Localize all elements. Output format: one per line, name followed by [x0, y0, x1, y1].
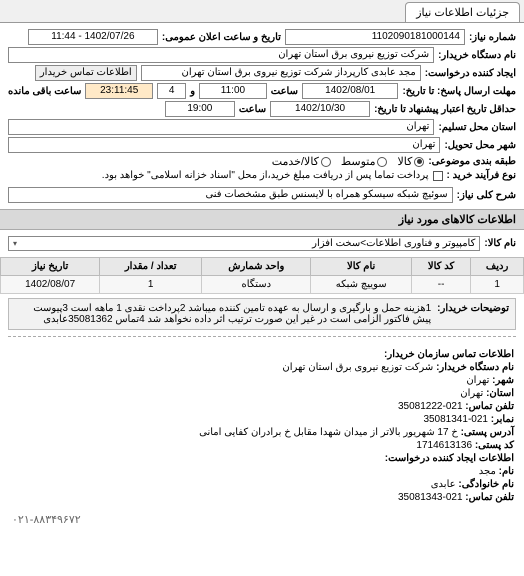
cell-qty: 1 — [100, 276, 202, 294]
th-name: نام کالا — [311, 258, 412, 276]
c-addr-label: آدرس پستی: — [461, 427, 514, 438]
radio-service-label: کالا/خدمت — [272, 155, 319, 168]
label-creator: ایجاد کننده درخواست: — [425, 68, 516, 79]
goods-table: ردیف کد کالا نام کالا واحد شمارش تعداد /… — [0, 257, 524, 294]
c-cphone-label: تلفن تماس: — [465, 492, 514, 503]
label-deadline: مهلت ارسال پاسخ: تا تاریخ: — [402, 86, 516, 97]
field-validity-date: 1402/10/30 — [270, 101, 370, 117]
th-code: کد کالا — [411, 258, 470, 276]
label-announce: تاریخ و ساعت اعلان عمومی: — [162, 32, 281, 43]
field-deadline-time: 11:00 — [199, 83, 267, 99]
label-remaining: ساعت باقی مانده — [8, 86, 81, 97]
c-name: مجد — [479, 466, 496, 477]
label-number: شماره نیاز: — [469, 32, 516, 43]
field-province: تهران — [8, 119, 434, 135]
category-value: کامپیوتر و فناوری اطلاعات>سخت افزار — [312, 238, 475, 249]
c-phone-label: تلفن تماس: — [465, 401, 514, 412]
field-validity-time: 19:00 — [165, 101, 235, 117]
label-and: و — [190, 86, 195, 97]
label-city: شهر محل تحویل: — [444, 140, 516, 151]
field-announce: 1402/07/26 - 11:44 — [28, 29, 158, 45]
checkbox-process[interactable] — [433, 171, 443, 181]
field-remaining-time: 23:11:45 — [85, 83, 153, 99]
th-index: ردیف — [471, 258, 524, 276]
buyer-note-text: 1هزینه حمل و بارگیری و ارسال به عهده تام… — [15, 303, 431, 325]
c-postal: 1714613136 — [416, 440, 472, 451]
field-deadline-date: 1402/08/01 — [302, 83, 398, 99]
label-buyer-org: نام دستگاه خریدار: — [438, 50, 516, 61]
c-creator-header: اطلاعات ایجاد کننده درخواست: — [385, 453, 514, 464]
tab-details[interactable]: جزئیات اطلاعات نیاز — [405, 2, 520, 22]
c-cphone: 021-35081343 — [398, 492, 463, 503]
cell-date: 1402/08/07 — [1, 276, 100, 294]
radio-goods[interactable] — [414, 157, 424, 167]
goods-header: اطلاعات کالاهای مورد نیاز — [0, 209, 524, 230]
c-prov: تهران — [460, 388, 483, 399]
table-header-row: ردیف کد کالا نام کالا واحد شمارش تعداد /… — [1, 258, 524, 276]
main-form: شماره نیاز: 1102090181000144 تاریخ و ساع… — [0, 23, 524, 209]
contact-section: اطلاعات تماس سازمان خریدار: نام دستگاه خ… — [0, 343, 524, 509]
cell-name: سوییچ شبکه — [311, 276, 412, 294]
th-qty: تعداد / مقدار — [100, 258, 202, 276]
field-desc: سوئیچ شبکه سیسکو همراه با لایسنس طبق مشخ… — [8, 187, 453, 203]
label-province: استان محل تسلیم: — [438, 122, 516, 133]
field-buyer-org: شرکت توزیع نیروی برق استان تهران — [8, 47, 434, 63]
radio-medium-label: متوسط — [341, 155, 376, 168]
field-remaining-days: 4 — [157, 83, 186, 99]
label-process: نوع فرآیند خرید : — [447, 170, 516, 181]
label-validity: حداقل تاریخ اعتبار پیشنهاد تا تاریخ: — [374, 104, 516, 115]
c-family-label: نام خانوادگی: — [458, 479, 514, 490]
c-org: شرکت توزیع نیروی برق استان تهران — [282, 362, 433, 373]
c-name-label: نام: — [499, 466, 514, 477]
c-org-label: نام دستگاه خریدار: — [436, 362, 514, 373]
field-number: 1102090181000144 — [285, 29, 465, 45]
cell-unit: دستگاه — [202, 276, 311, 294]
footer-phone: ۰۲۱-۸۸۳۴۹۶۷۲ — [0, 509, 524, 530]
label-time1: ساعت — [271, 86, 298, 97]
contact-header: اطلاعات تماس سازمان خریدار: — [384, 349, 514, 360]
label-category: نام کالا: — [484, 238, 516, 249]
radio-goods-label: کالا — [397, 155, 412, 168]
category-select[interactable]: کامپیوتر و فناوری اطلاعات>سخت افزار ▾ — [8, 236, 480, 251]
field-creator: مجد عابدی کارپرداز شرکت توزیع نیروی برق … — [141, 65, 421, 81]
divider — [8, 336, 516, 337]
c-fax-label: نمابر: — [491, 414, 514, 425]
radio-group-type: کالا متوسط کالا/خدمت — [272, 155, 425, 168]
tab-bar: جزئیات اطلاعات نیاز — [0, 0, 524, 23]
th-unit: واحد شمارش — [202, 258, 311, 276]
label-desc: شرح کلی نیاز: — [457, 190, 516, 201]
table-row[interactable]: 1 -- سوییچ شبکه دستگاه 1 1402/08/07 — [1, 276, 524, 294]
radio-medium[interactable] — [377, 157, 387, 167]
buyer-contact-button[interactable]: اطلاعات تماس خریدار — [35, 65, 137, 81]
th-date: تاریخ نیاز — [1, 258, 100, 276]
radio-service[interactable] — [321, 157, 331, 167]
c-phone: 021-35081222 — [398, 401, 463, 412]
cell-index: 1 — [471, 276, 524, 294]
process-note: پرداخت تماما پس از دریافت مبلغ خرید،از م… — [102, 170, 429, 181]
cell-code: -- — [411, 276, 470, 294]
c-prov-label: استان: — [486, 388, 514, 399]
label-time2: ساعت — [239, 104, 266, 115]
c-fax: 021-35081341 — [423, 414, 488, 425]
c-city-label: شهر: — [492, 375, 514, 386]
buyer-note-label: توضیحات خریدار: — [437, 303, 509, 325]
chevron-down-icon: ▾ — [13, 239, 17, 248]
c-postal-label: کد پستی: — [475, 440, 514, 451]
field-city: تهران — [8, 137, 440, 153]
c-family: عابدی — [431, 479, 456, 490]
buyer-note-box: توضیحات خریدار: 1هزینه حمل و بارگیری و ا… — [8, 298, 516, 330]
c-addr: خ 17 شهریور بالاتر از میدان شهدا مقابل خ… — [199, 427, 458, 438]
label-budget: طبقه بندی موضوعی: — [428, 156, 516, 167]
c-city: تهران — [466, 375, 489, 386]
